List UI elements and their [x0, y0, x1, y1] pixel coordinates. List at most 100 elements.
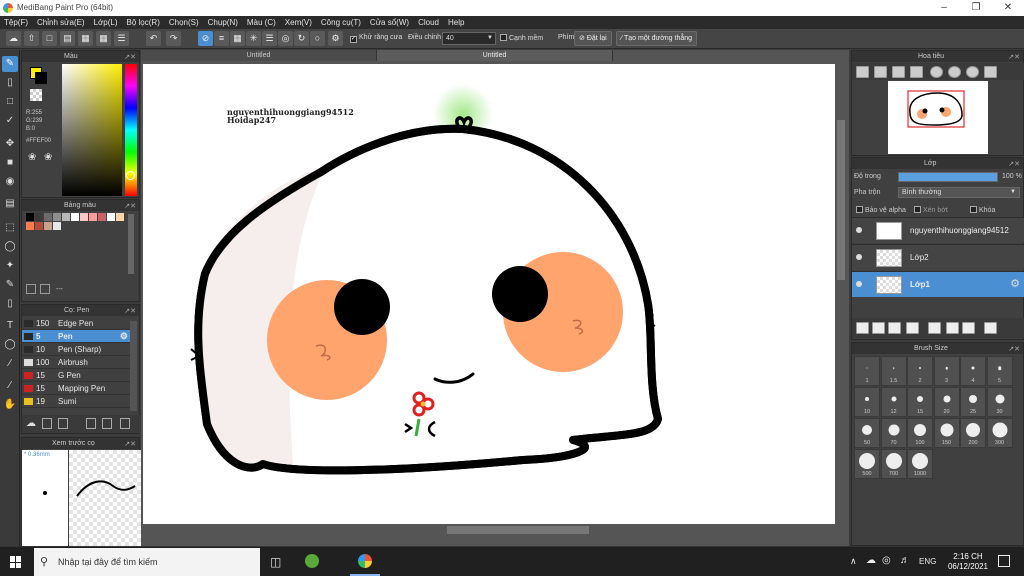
brush-size-option[interactable]: 20	[933, 387, 960, 417]
select-eraser-icon[interactable]: ▯	[2, 296, 18, 312]
brush-copy-icon[interactable]	[86, 418, 96, 429]
brush-size-option[interactable]: 4	[960, 356, 986, 386]
lock-checkbox[interactable]: Khóa	[970, 206, 995, 214]
brush-item-mapping-pen[interactable]: 15 Mapping Pen	[22, 382, 130, 395]
zoom-out-icon[interactable]	[874, 66, 887, 78]
folder-icon[interactable]	[928, 322, 941, 334]
menu-window[interactable]: Cửa sổ(W)	[370, 18, 409, 27]
drawing-canvas[interactable]: nguyenthihuonggiang94512 Hoidap247	[143, 64, 835, 524]
parallel-snap-icon[interactable]: ≡	[214, 31, 229, 46]
select-tool-icon[interactable]: ⬚	[2, 220, 18, 236]
brush-delete-icon[interactable]	[120, 418, 130, 429]
rotate-left-icon[interactable]	[930, 66, 943, 78]
circle-snap-icon[interactable]: ◎	[278, 31, 293, 46]
new-layer-icon[interactable]	[856, 322, 869, 334]
menu-filter[interactable]: Bộ lọc(R)	[127, 18, 160, 27]
straight-line-button[interactable]: ∕ Tạo một đường thẳng	[616, 31, 698, 46]
select-pen-icon[interactable]: ✎	[2, 277, 18, 293]
taskbar-search-box[interactable]: ⚲ Nhập tại đây để tìm kiếm	[34, 548, 260, 576]
expand-icon[interactable]: ↗✕	[124, 306, 136, 317]
palette-swatch[interactable]	[53, 222, 61, 230]
wifi-icon[interactable]: ◎	[882, 555, 891, 566]
color-add-icon[interactable]: ❀	[44, 152, 52, 163]
protect-alpha-checkbox[interactable]: Bảo vệ alpha	[856, 206, 906, 214]
close-button[interactable]: ✕	[992, 0, 1024, 16]
eyedropper-icon[interactable]: ∕	[2, 378, 18, 394]
palette-new-icon[interactable]	[26, 284, 36, 294]
palette-swatch[interactable]	[98, 213, 106, 221]
comment-icon[interactable]: □	[42, 31, 57, 46]
fill-tool-icon[interactable]: ◉	[2, 174, 18, 190]
brush-size-option[interactable]: 5	[986, 356, 1013, 386]
app-chrome-icon[interactable]	[305, 554, 319, 568]
reset-button[interactable]: ⊘ Đặt lại	[574, 31, 612, 46]
palette-swatch[interactable]	[26, 222, 34, 230]
adjust-select[interactable]: 40 ▼	[442, 32, 496, 45]
menu-layer[interactable]: Lớp(L)	[94, 18, 118, 27]
menu-cloud[interactable]: Cloud	[418, 18, 439, 27]
menu-color[interactable]: Màu (C)	[247, 18, 276, 27]
brush-size-option[interactable]: 25	[960, 387, 986, 417]
secondary-color-swatch[interactable]	[35, 72, 47, 84]
lasso-tool-icon[interactable]: ◯	[2, 239, 18, 255]
duplicate-layer-icon[interactable]	[946, 322, 959, 334]
grid-icon[interactable]: ▦	[96, 31, 111, 46]
eye-icon[interactable]	[856, 281, 862, 287]
hue-handle[interactable]	[126, 171, 135, 180]
layer-item-lop1[interactable]: Lớp1 ⚙	[852, 271, 1024, 297]
gradient-tool-icon[interactable]: ▤	[2, 196, 18, 212]
brush-size-option[interactable]: 700	[880, 449, 907, 479]
menu-file[interactable]: Tệp(F)	[4, 18, 28, 27]
page-icon[interactable]: ▤	[60, 31, 75, 46]
brush-item-sumi[interactable]: 19 Sumi	[22, 395, 130, 408]
brush-size-option[interactable]: 30	[986, 387, 1013, 417]
brush-item-pen[interactable]: 5 Pen ⚙	[22, 330, 130, 343]
task-view-icon[interactable]: ◫	[270, 555, 281, 569]
expand-icon[interactable]: ↗✕	[124, 52, 136, 63]
palette-scrollbar[interactable]	[128, 214, 134, 274]
rotate-reset-icon[interactable]	[948, 66, 961, 78]
panel-icon[interactable]: ▦	[78, 31, 93, 46]
antialias-checkbox[interactable]: ✓ Khử răng cưa	[350, 34, 402, 43]
palette-menu-icon[interactable]	[40, 284, 50, 294]
taskbar-clock[interactable]: 2:16 CH 06/12/2021	[948, 552, 988, 572]
palette-swatch[interactable]	[35, 213, 43, 221]
add-layer-menu-icon[interactable]	[906, 322, 919, 334]
volume-icon[interactable]: ♬	[900, 555, 910, 566]
palette-swatch[interactable]	[80, 213, 88, 221]
palette-swatch[interactable]	[44, 213, 52, 221]
palette-swatch[interactable]	[116, 213, 124, 221]
brush-folder-icon[interactable]	[102, 418, 112, 429]
network-icon[interactable]: ☁	[866, 555, 876, 566]
gear-icon[interactable]: ⚙	[328, 31, 343, 46]
brush-item-edge-pen[interactable]: 150 Edge Pen	[22, 317, 130, 330]
edge-checkbox[interactable]: Cạnh mềm	[500, 34, 543, 42]
eye-icon[interactable]	[856, 254, 862, 260]
merge-layer-icon[interactable]	[962, 322, 975, 334]
hand-tool-icon[interactable]: ✋	[2, 397, 18, 413]
app-medibang-icon[interactable]	[358, 554, 372, 568]
vertical-scrollbar[interactable]	[837, 120, 845, 280]
navigator-thumbnail[interactable]	[888, 81, 988, 154]
palette-swatch[interactable]	[44, 222, 52, 230]
fit-icon[interactable]	[892, 66, 905, 78]
notification-icon[interactable]	[998, 555, 1010, 567]
transparent-swatch[interactable]	[30, 89, 42, 101]
trash-icon[interactable]	[984, 322, 997, 334]
ellipse-snap-icon[interactable]: ○	[310, 31, 325, 46]
expand-icon[interactable]: ↗✕	[1008, 159, 1020, 170]
undo-icon[interactable]: ↶	[146, 31, 161, 46]
palette-swatch[interactable]	[107, 213, 115, 221]
brush-size-option[interactable]: 100	[907, 418, 933, 448]
blend-select[interactable]: Bình thường ▼	[898, 187, 1020, 198]
maximize-button[interactable]: ❐	[960, 0, 992, 16]
layer-item-signature[interactable]: nguyenthihuonggiang94512	[852, 217, 1024, 243]
eraser-tool-icon[interactable]: ▯	[2, 75, 18, 91]
color-wheel-icon[interactable]: ❀	[28, 152, 36, 163]
dot-tool-icon[interactable]: □	[2, 94, 18, 110]
menu-select[interactable]: Chọn(S)	[169, 18, 199, 27]
expand-icon[interactable]: ↗✕	[1008, 52, 1020, 63]
actual-size-icon[interactable]	[910, 66, 923, 78]
brush-size-option[interactable]: 50	[854, 418, 880, 448]
curve-snap-icon[interactable]: ↻	[294, 31, 309, 46]
